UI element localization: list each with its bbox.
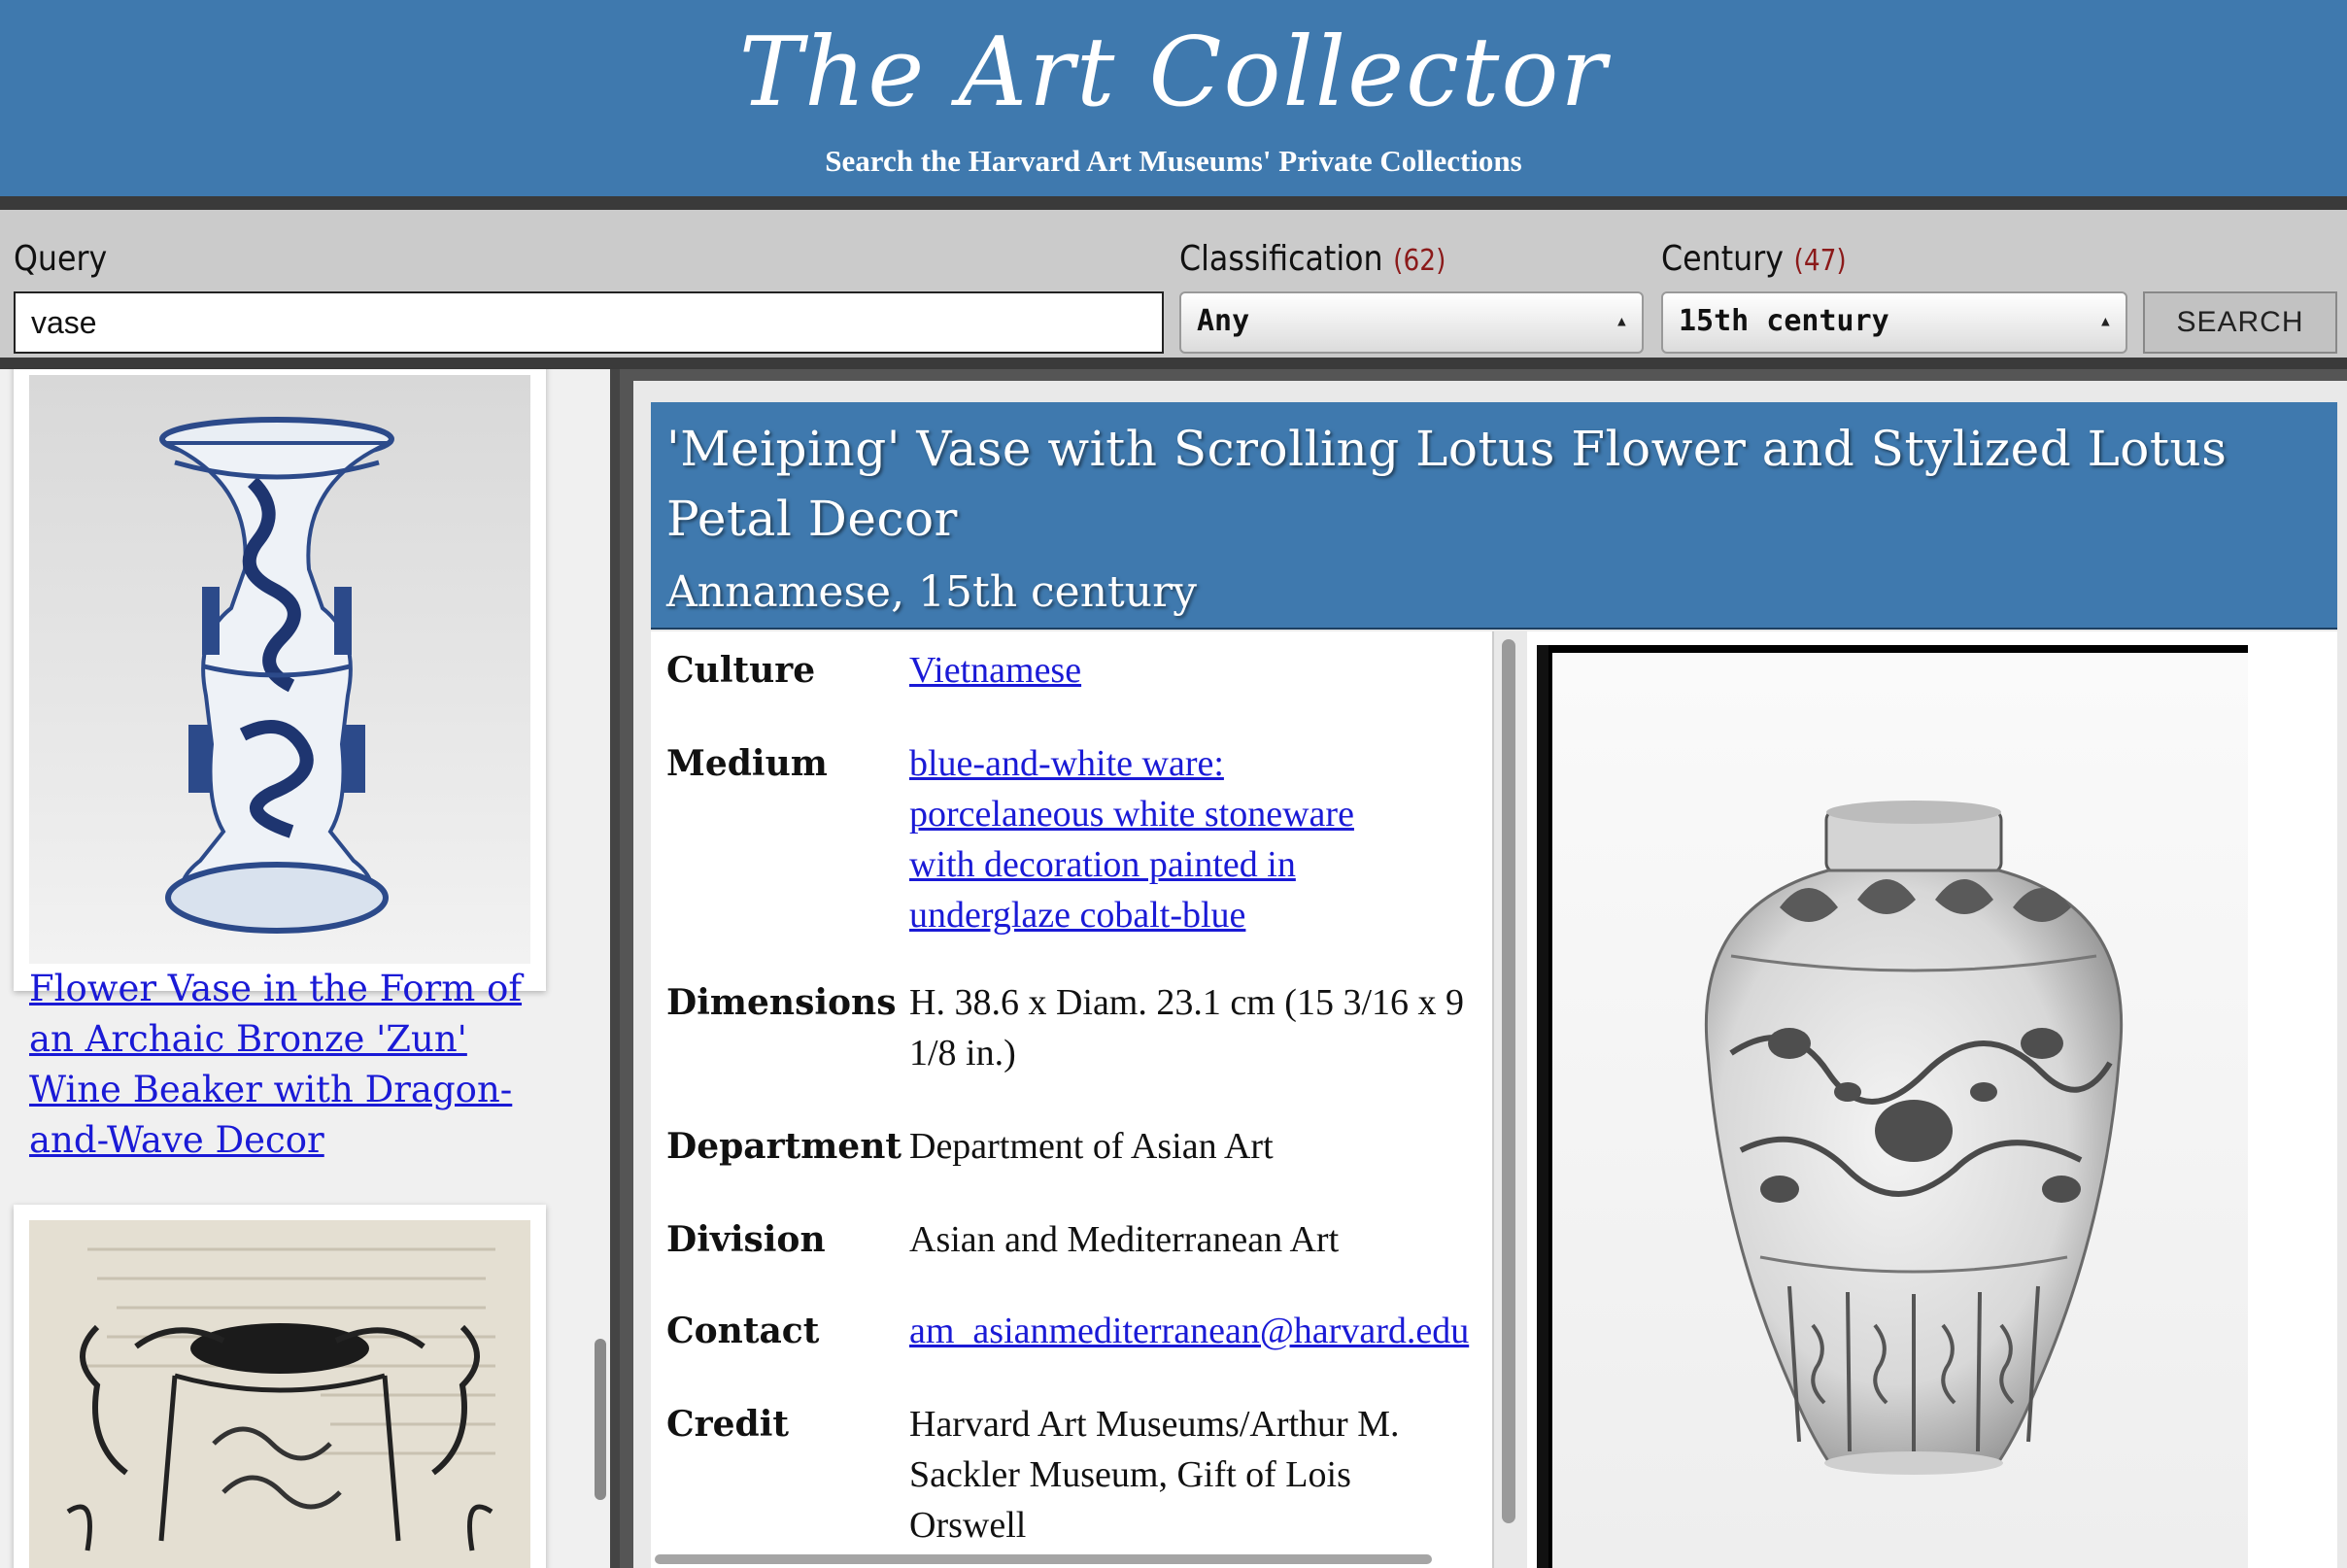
fact-key: Division (666, 1219, 826, 1260)
century-selected-value: 15th century (1679, 304, 1889, 338)
query-input[interactable] (14, 291, 1164, 354)
classification-selected-value: Any (1197, 304, 1250, 338)
woodcut-thumbnail[interactable] (29, 1220, 530, 1568)
updown-arrows-icon: ▴ (2098, 309, 2112, 333)
century-select[interactable]: 15th century ▴ (1661, 291, 2127, 354)
detail-title: 'Meiping' Vase with Scrolling Lotus Flow… (666, 421, 2228, 547)
vase-thumbnail[interactable] (29, 375, 530, 964)
fact-value: Department of Asian Art (909, 1126, 1274, 1167)
search-button[interactable]: SEARCH (2143, 291, 2337, 354)
result-title-link[interactable]: Flower Vase in the Form of an Archaic Br… (29, 964, 542, 1166)
facts-horizontal-scrollbar[interactable] (655, 1554, 1432, 1564)
fact-key: Credit (666, 1404, 789, 1445)
contact-email-link[interactable]: am_asianmediterranean@harvard.edu (909, 1311, 1469, 1351)
site-header: The Art Collector Search the Harvard Art… (0, 0, 2347, 196)
detail-panel: 'Meiping' Vase with Scrolling Lotus Flow… (633, 381, 2347, 1568)
fact-key: Department (666, 1126, 902, 1167)
medium-link[interactable]: blue-and-white ware: porcelaneous white … (909, 743, 1354, 936)
fact-value: H. 38.6 x Diam. 23.1 cm (15 3/16 x 9 1/8… (909, 982, 1465, 1074)
search-form: Query Classification(62) Any ▴ Century(4… (0, 196, 2347, 369)
century-count: (47) (1793, 244, 1847, 278)
facts-table: Culture Vietnamese Medium blue-and-white… (651, 631, 1494, 1568)
fact-value: Asian and Mediterranean Art (909, 1219, 1340, 1260)
result-card[interactable]: Flower Vase in the Form of an Archaic Br… (14, 369, 546, 1161)
site-subtitle: Search the Harvard Art Museums' Private … (825, 144, 1522, 178)
site-title: The Art Collector (738, 17, 1609, 128)
fact-key: Contact (666, 1311, 820, 1351)
results-list: Flower Vase in the Form of an Archaic Br… (0, 369, 620, 1568)
detail-header: 'Meiping' Vase with Scrolling Lotus Flow… (651, 402, 2337, 630)
query-label: Query (14, 239, 108, 279)
results-scrollbar-thumb[interactable] (595, 1339, 606, 1500)
classification-select[interactable]: Any ▴ (1179, 291, 1644, 354)
meiping-vase-photo[interactable] (1537, 645, 2248, 1568)
detail-subtitle: Annamese, 15th century (666, 567, 1197, 617)
classification-count: (62) (1393, 244, 1446, 278)
classification-label: Classification (62) (1179, 239, 1446, 279)
fact-key: Medium (666, 743, 828, 784)
updown-arrows-icon: ▴ (1615, 309, 1628, 333)
fact-key: Culture (666, 650, 816, 691)
fact-key: Dimensions (666, 982, 897, 1023)
culture-link[interactable]: Vietnamese (909, 650, 1081, 691)
fact-value: Harvard Art Museums/Arthur M. Sackler Mu… (909, 1404, 1400, 1546)
century-label: Century (47) (1661, 239, 1847, 279)
result-card[interactable] (14, 1205, 546, 1568)
facts-scrollbar-thumb[interactable] (1502, 639, 1515, 1523)
